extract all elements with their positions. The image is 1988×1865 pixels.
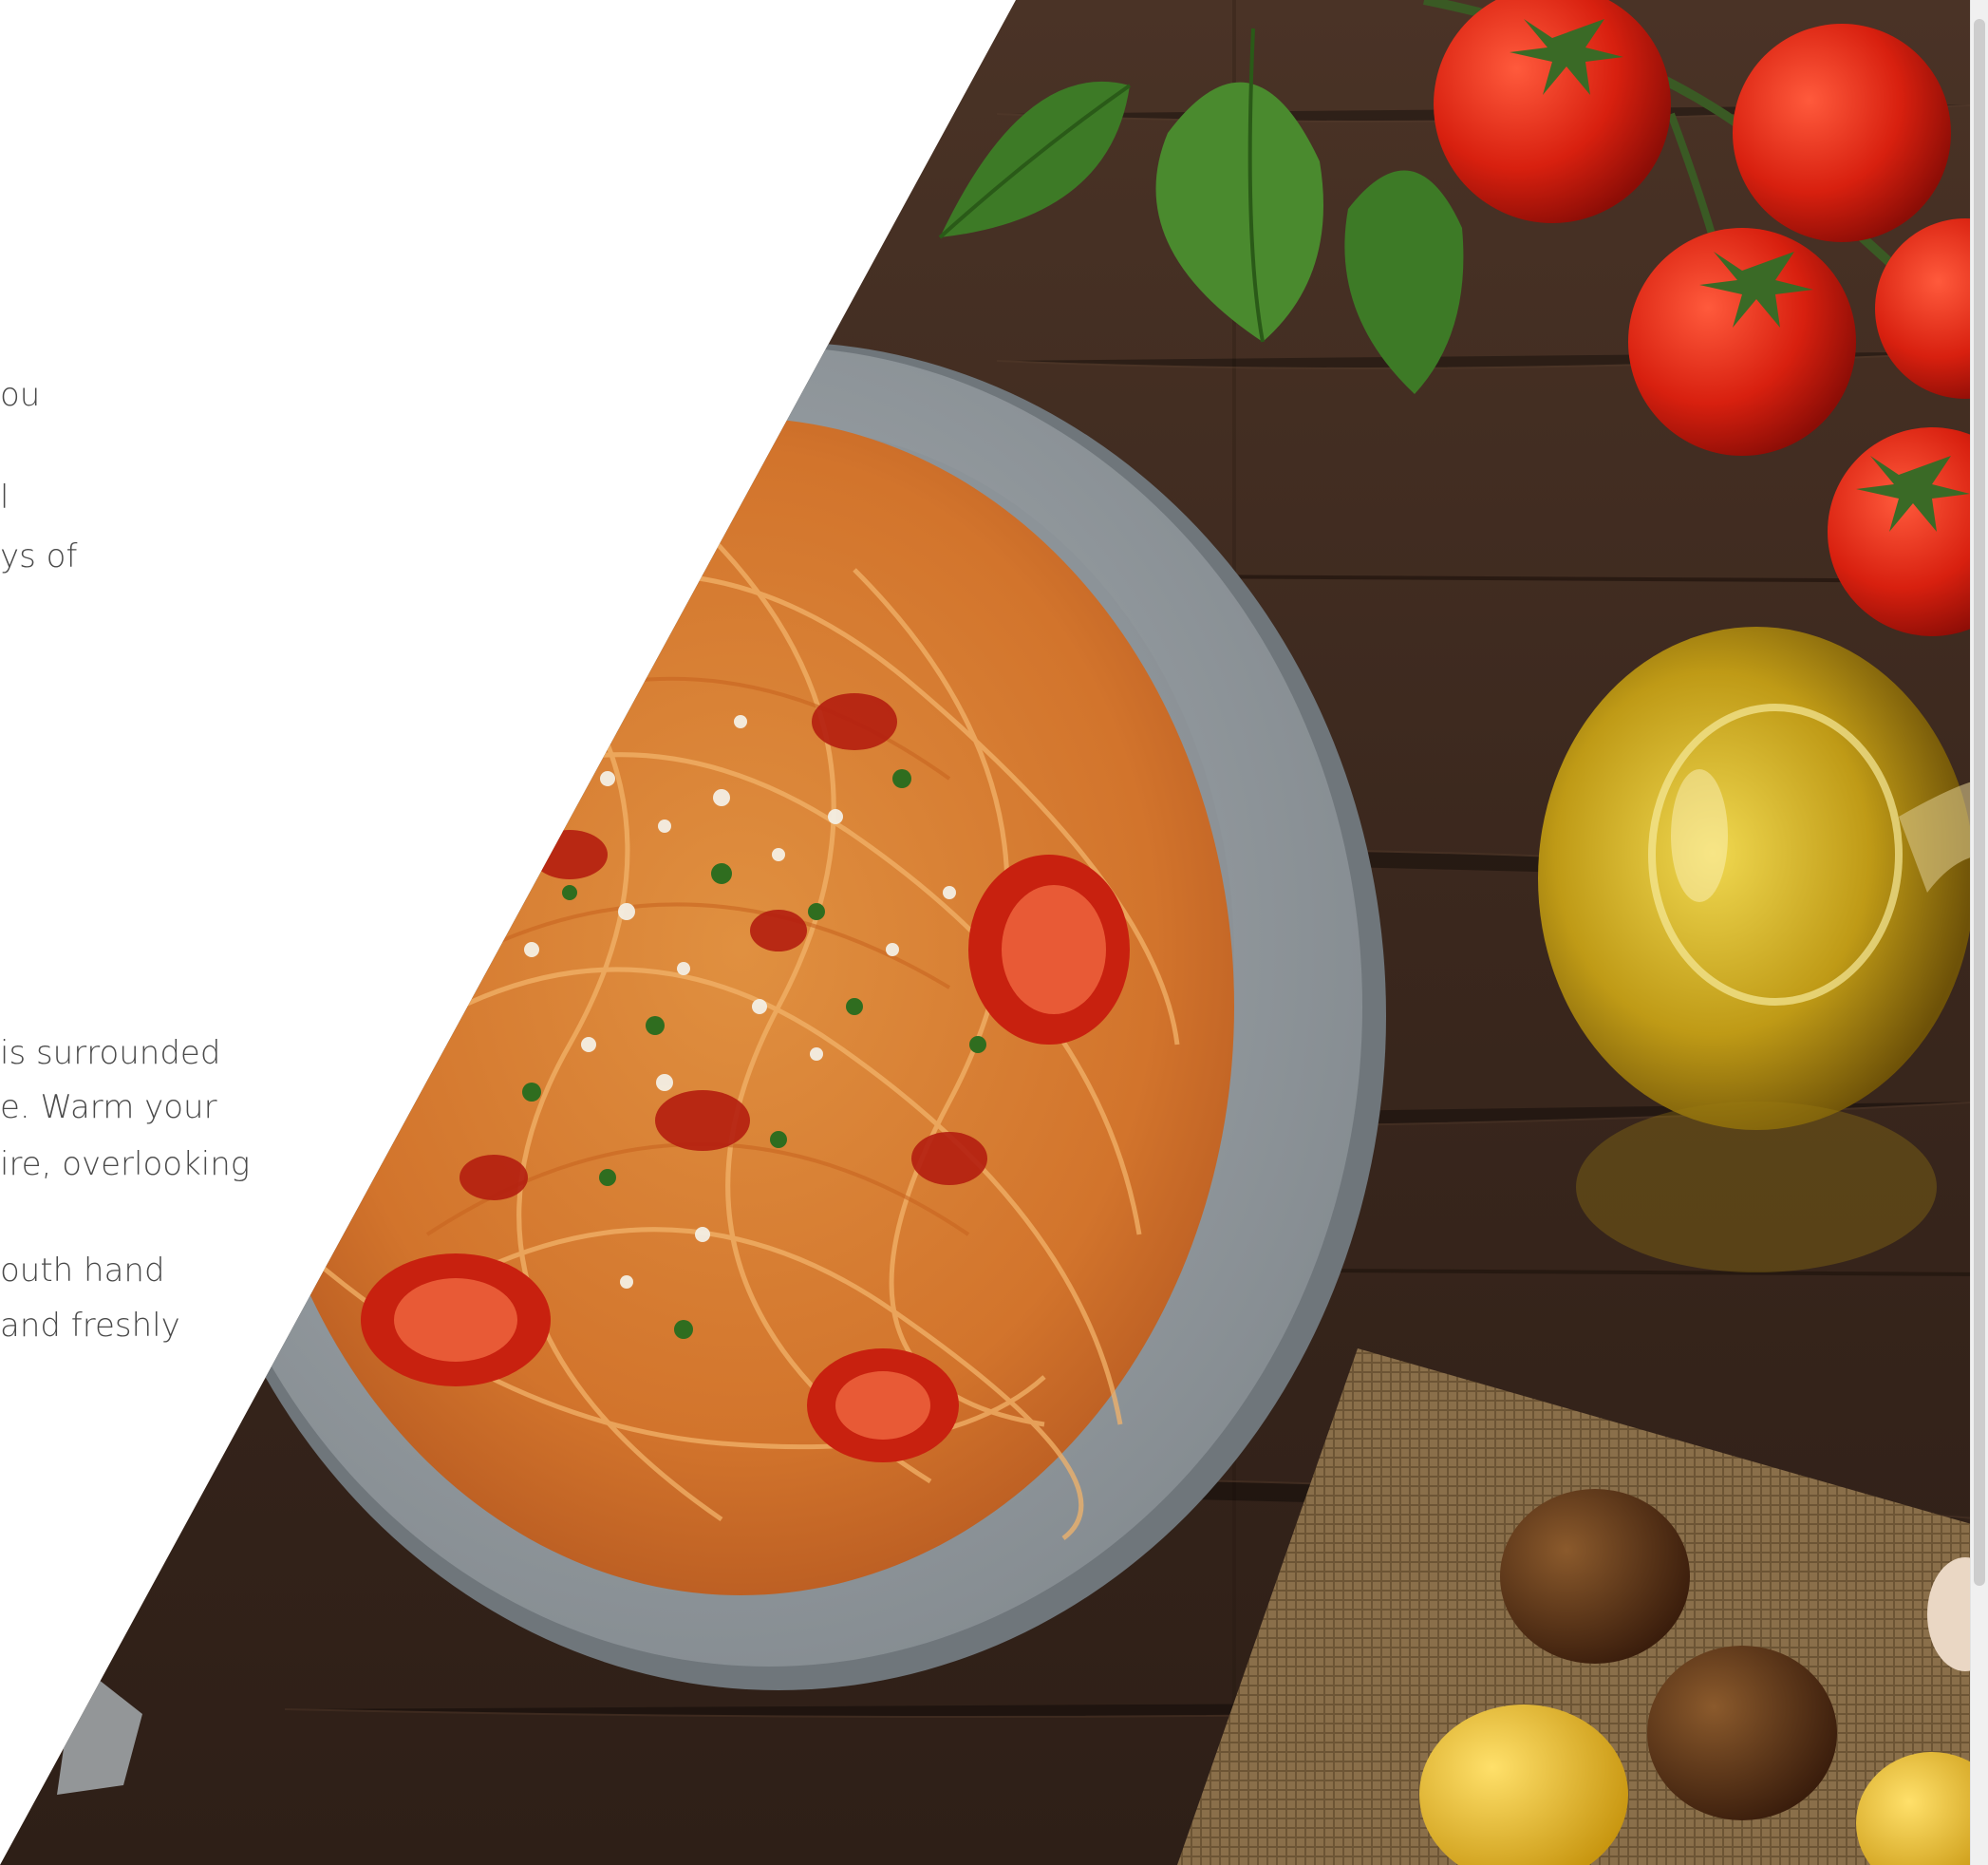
vertical-scrollbar[interactable] — [1970, 0, 1988, 1865]
detail-line-1: is surrounded — [0, 1034, 221, 1072]
detail-line-5: outh hand — [0, 1252, 165, 1290]
intro-line-4: ys of — [0, 537, 78, 575]
text-panel: ou l ys of is surrounded e. Warm your ir… — [0, 0, 1044, 1865]
detail-line-3: ire, overlooking — [0, 1145, 251, 1183]
intro-line-1: ou — [0, 376, 41, 414]
scrollbar-thumb[interactable] — [1974, 19, 1985, 1586]
detail-line-2: e. Warm your — [0, 1088, 217, 1126]
page: ou l ys of is surrounded e. Warm your ir… — [0, 0, 1988, 1865]
intro-line-3: l — [0, 479, 9, 517]
detail-line-6: and freshly — [0, 1307, 180, 1345]
